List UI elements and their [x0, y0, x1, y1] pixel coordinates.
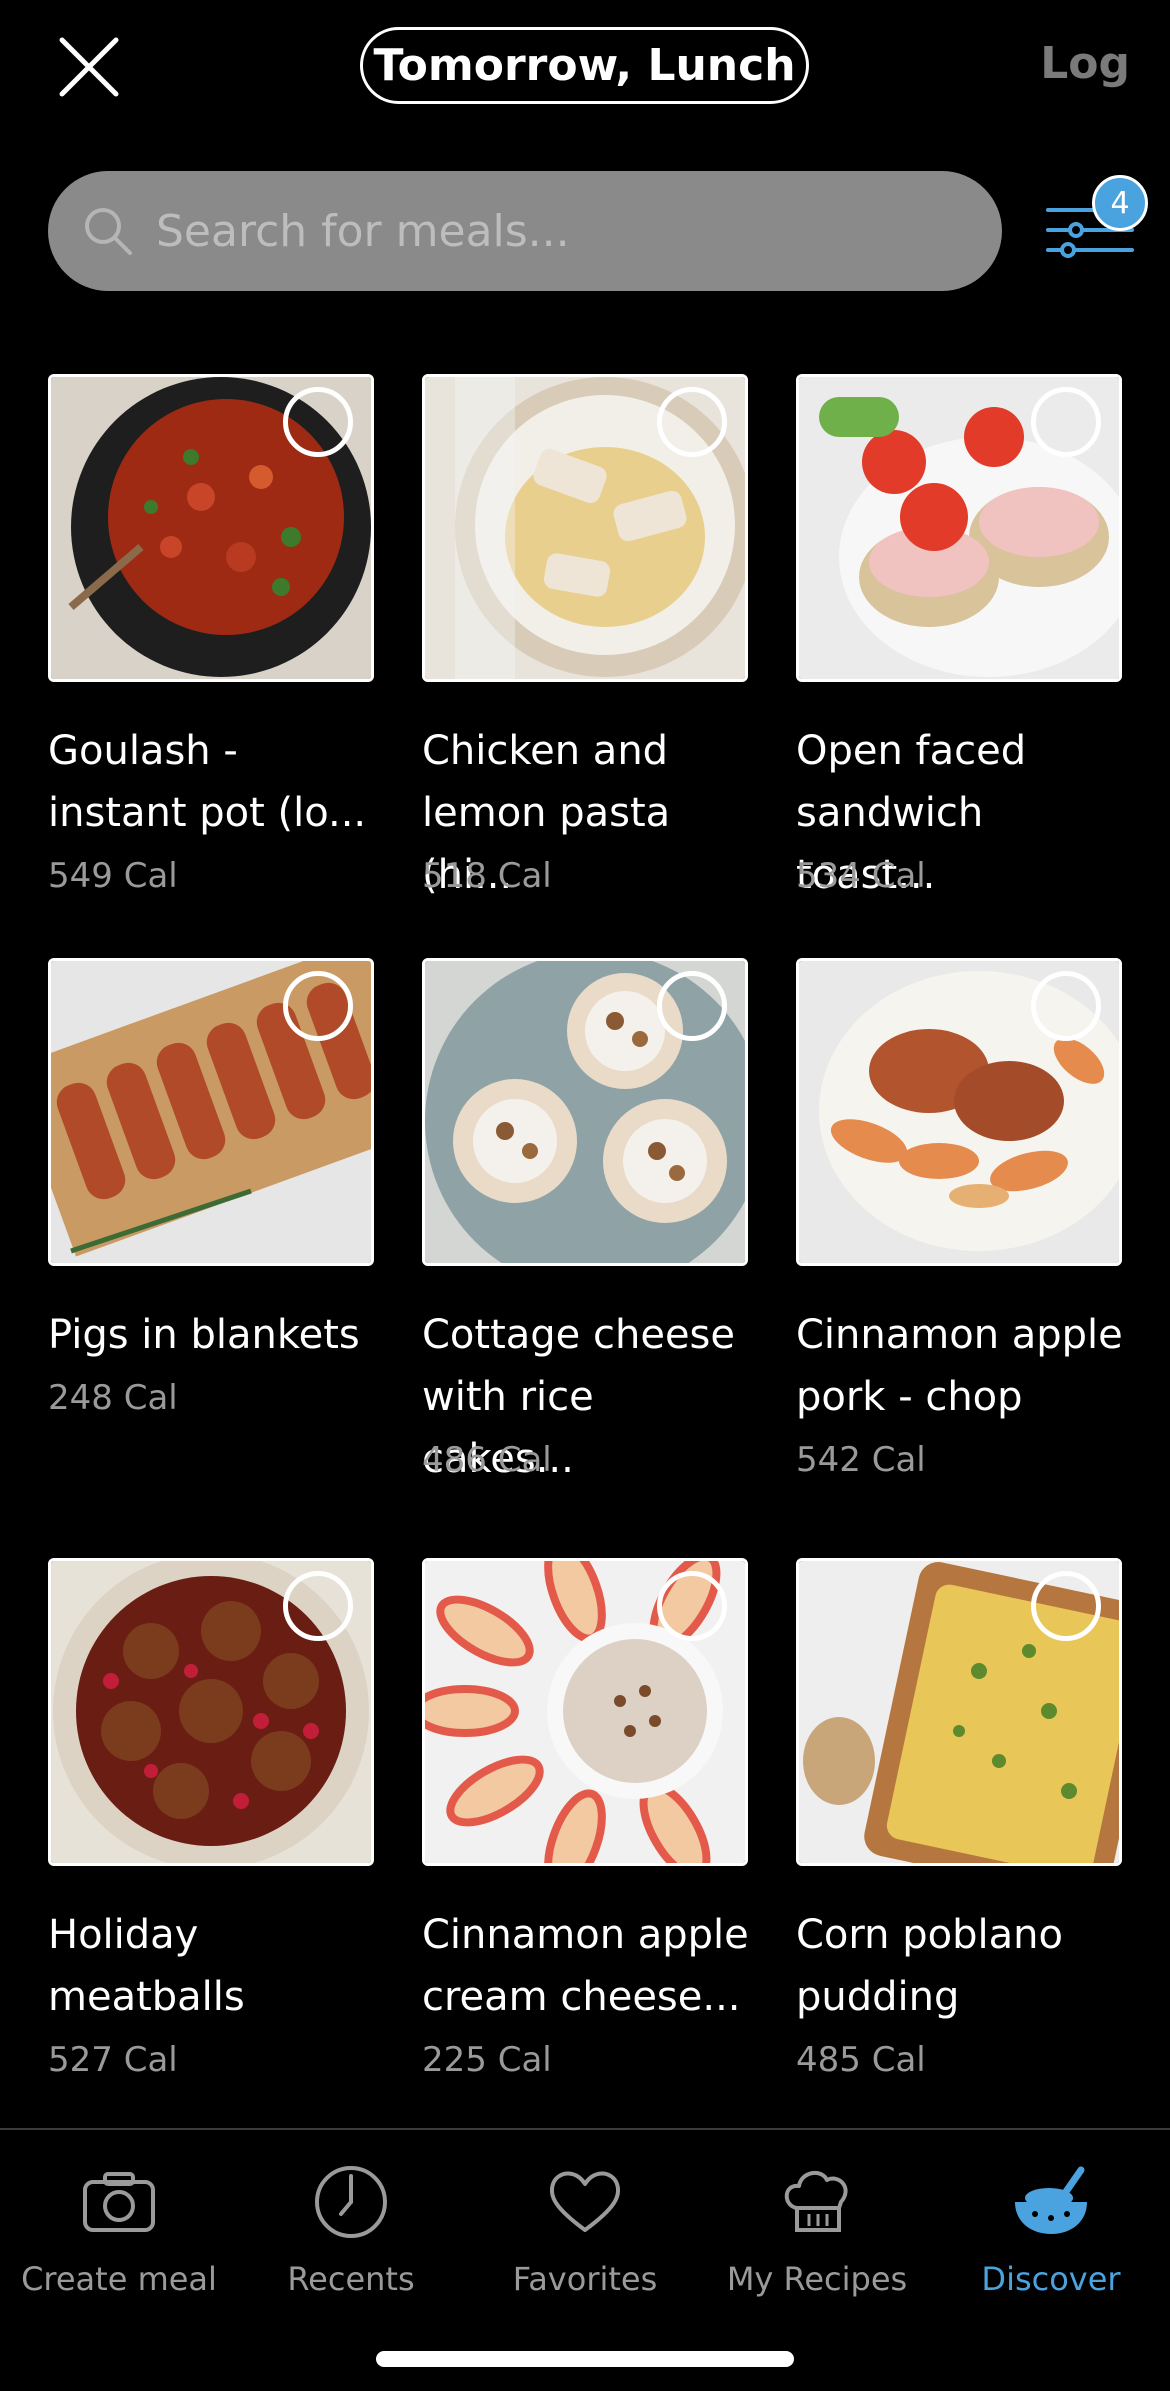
meal-image-pigs-in-blankets [48, 958, 374, 1266]
search-bar[interactable] [48, 171, 1002, 291]
meal-calories: 542 Cal [796, 1440, 926, 1480]
nav-label: Favorites [512, 2260, 658, 2298]
header: Tomorrow, Lunch Log [0, 0, 1170, 150]
meal-title: Pigs in blankets [48, 1312, 360, 1358]
meal-calories: 527 Cal [48, 2040, 178, 2080]
meal-title: Goulash - instant pot (lo... [48, 728, 367, 836]
meal-calories: 225 Cal [422, 2040, 552, 2080]
meal-image-chicken-pasta [422, 374, 748, 682]
nav-label: My Recipes [726, 2260, 908, 2298]
nav-create-meal[interactable]: Create meal [2, 2150, 236, 2300]
meal-title: Cinnamon apple cream cheese... [422, 1912, 749, 2020]
select-circle[interactable] [657, 1571, 727, 1641]
meal-image-meatballs [48, 1558, 374, 1866]
home-indicator[interactable] [376, 2351, 794, 2367]
bowl-icon [1015, 2166, 1087, 2234]
select-circle[interactable] [283, 971, 353, 1041]
meal-calories: 549 Cal [48, 856, 178, 896]
nav-recents[interactable]: Recents [234, 2150, 468, 2300]
select-circle[interactable] [283, 387, 353, 457]
select-circle[interactable] [283, 1571, 353, 1641]
meal-title: Corn poblano pudding [796, 1912, 1063, 2020]
select-circle[interactable] [657, 387, 727, 457]
log-button[interactable]: Log [1040, 38, 1130, 89]
meal-image-apple-cream-cheese [422, 1558, 748, 1866]
search-icon [85, 208, 132, 255]
meal-title: Cinnamon apple pork - chop [796, 1312, 1123, 1420]
nav-my-recipes[interactable]: My Recipes [700, 2150, 934, 2300]
meal-image-sandwich [796, 374, 1122, 682]
heart-icon [549, 2171, 621, 2232]
select-circle[interactable] [1031, 1571, 1101, 1641]
meal-calories: 518 Cal [422, 856, 552, 896]
chef-hat-icon [784, 2170, 848, 2232]
nav-discover[interactable]: Discover [934, 2150, 1168, 2300]
search-input[interactable] [156, 205, 916, 257]
select-circle[interactable] [1031, 387, 1101, 457]
close-icon[interactable] [58, 36, 120, 98]
nav-label: Create meal [21, 2260, 217, 2298]
meal-image-cottage-cheese [422, 958, 748, 1266]
camera-icon [83, 2172, 155, 2232]
meal-slot-selector[interactable]: Tomorrow, Lunch [360, 27, 809, 104]
clock-icon [315, 2166, 387, 2238]
meal-image-goulash [48, 374, 374, 682]
filter-count-badge: 4 [1092, 175, 1148, 231]
meal-calories: 534 Cal [796, 856, 926, 896]
nav-favorites[interactable]: Favorites [468, 2150, 702, 2300]
meal-calories: 248 Cal [48, 1378, 178, 1418]
nav-label: Discover [981, 2260, 1121, 2298]
meal-calories: 486 Cal [422, 1440, 552, 1480]
meal-title: Holiday meatballs [48, 1912, 245, 2020]
meal-calories: 485 Cal [796, 2040, 926, 2080]
select-circle[interactable] [1031, 971, 1101, 1041]
meal-image-apple-pork [796, 958, 1122, 1266]
nav-label: Recents [287, 2260, 415, 2298]
select-circle[interactable] [657, 971, 727, 1041]
meal-image-corn-pudding [796, 1558, 1122, 1866]
